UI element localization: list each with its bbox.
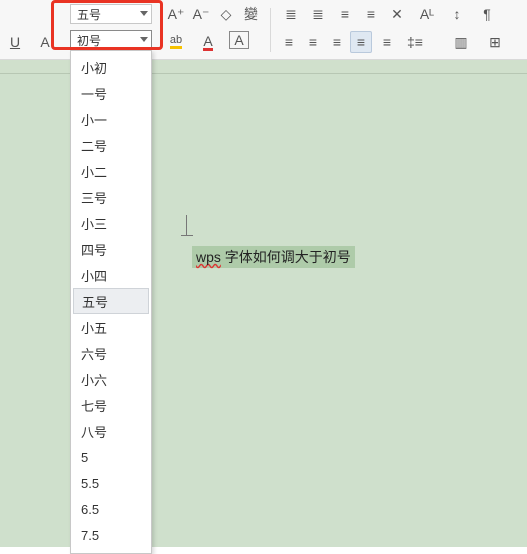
- justify-button[interactable]: ≡: [350, 31, 372, 53]
- sort-button[interactable]: ↕: [446, 3, 468, 25]
- paragraph-mark-button[interactable]: ¶: [476, 3, 498, 25]
- font-size-display[interactable]: 五号: [70, 4, 152, 24]
- font-size-option[interactable]: 6.5: [73, 496, 149, 522]
- decrease-font-button[interactable]: A⁻: [190, 3, 212, 25]
- underline-button[interactable]: U: [4, 31, 26, 53]
- font-size-option[interactable]: 小初: [73, 54, 149, 80]
- tab-settings-button[interactable]: ✕: [386, 3, 408, 25]
- font-size-option[interactable]: 八号: [73, 418, 149, 444]
- font-size-option[interactable]: 一号: [73, 80, 149, 106]
- shading-button[interactable]: ▥: [450, 31, 472, 53]
- font-size-option[interactable]: 二号: [73, 132, 149, 158]
- text-cursor-base: [181, 235, 193, 236]
- font-size-option[interactable]: 小一: [73, 106, 149, 132]
- decrease-indent-button[interactable]: ≡: [334, 3, 356, 25]
- font-size-option[interactable]: 小四: [73, 262, 149, 288]
- font-size-input[interactable]: 初号: [70, 30, 152, 50]
- font-size-option[interactable]: 小六: [73, 366, 149, 392]
- font-size-option[interactable]: 小二: [73, 158, 149, 184]
- font-size-dropdown: 小初一号小一二号小二三号小三四号小四五号小五六号小六七号八号55.56.57.5: [70, 50, 152, 554]
- font-size-option[interactable]: 四号: [73, 236, 149, 262]
- distribute-button[interactable]: ≡: [376, 31, 398, 53]
- font-size-option[interactable]: 六号: [73, 340, 149, 366]
- align-center-button[interactable]: ≡: [302, 31, 324, 53]
- font-size-option[interactable]: 5: [73, 444, 149, 470]
- pinyin-button[interactable]: 變: [240, 3, 262, 25]
- font-effects-button[interactable]: A: [34, 31, 56, 53]
- font-size-option[interactable]: 七号: [73, 392, 149, 418]
- align-left-button[interactable]: ≡: [278, 31, 300, 53]
- increase-indent-button[interactable]: ≡: [360, 3, 382, 25]
- char-border-button[interactable]: A: [229, 31, 249, 49]
- sample-text-rest: 字体如何调大于初号: [221, 249, 351, 265]
- text-effects-button[interactable]: Aᴸ: [416, 3, 438, 25]
- clear-format-button[interactable]: ◇: [215, 3, 237, 25]
- font-size-option[interactable]: 五号: [73, 288, 149, 314]
- font-size-option[interactable]: 5.5: [73, 470, 149, 496]
- numbering-button[interactable]: ≣: [307, 3, 329, 25]
- sample-text-selection[interactable]: wps 字体如何调大于初号: [192, 246, 355, 268]
- font-size-input-value: 初号: [77, 32, 101, 49]
- font-size-option[interactable]: 三号: [73, 184, 149, 210]
- chevron-down-icon: [140, 11, 148, 16]
- text-cursor: [186, 215, 187, 235]
- sample-text-prefix: wps: [196, 249, 221, 265]
- chevron-down-icon: [140, 37, 148, 42]
- highlight-button[interactable]: ab: [165, 31, 187, 53]
- align-right-button[interactable]: ≡: [326, 31, 348, 53]
- increase-font-button[interactable]: A⁺: [165, 3, 187, 25]
- line-spacing-button[interactable]: ‡≡: [404, 31, 426, 53]
- font-size-option[interactable]: 7.5: [73, 522, 149, 548]
- font-size-option[interactable]: 小五: [73, 314, 149, 340]
- font-size-value: 五号: [77, 6, 101, 23]
- bullets-button[interactable]: ≣: [280, 3, 302, 25]
- border-button[interactable]: ⊞: [484, 31, 506, 53]
- font-color-button[interactable]: A: [197, 31, 219, 53]
- font-size-option[interactable]: 小三: [73, 210, 149, 236]
